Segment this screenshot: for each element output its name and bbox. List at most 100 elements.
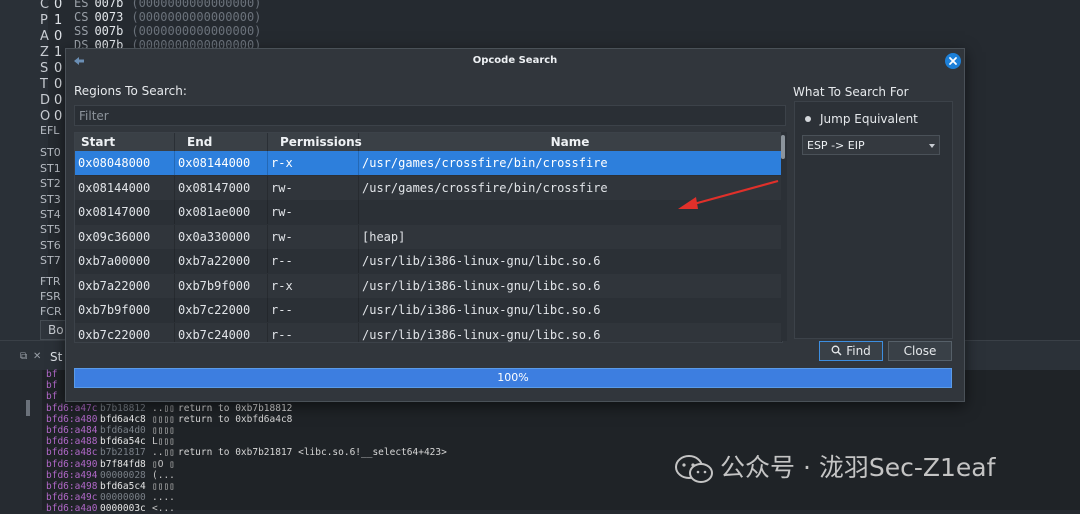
cell-end-address: 0x08147000	[175, 175, 268, 200]
fpu-register-label: ST3	[40, 193, 61, 206]
table-row[interactable]: 0xb7c22000 0xb7c24000 r--/usr/lib/i386-lin…	[75, 322, 782, 342]
col-end-address[interactable]: End Address	[175, 133, 268, 167]
fpu-register-label: ST2	[40, 177, 61, 190]
fpu-register-label: ST6	[40, 239, 61, 252]
stack-ascii: <...	[152, 503, 175, 514]
stack-gutter	[0, 370, 42, 510]
red-arrow-annotation	[678, 179, 779, 209]
cell-start-address: 0x09c36000	[75, 224, 175, 249]
segment-base: (0000000000000000)	[131, 24, 262, 38]
flag-value[interactable]: 0	[54, 29, 62, 44]
flag-value[interactable]: 0	[54, 109, 62, 124]
stack-comment: return to 0xb7b21817 <libc.so.6!__select…	[178, 447, 447, 459]
stack-address: bfd6:a484	[46, 425, 98, 436]
cell-permissions: r--	[268, 322, 359, 342]
flag-name: D	[40, 93, 51, 108]
stack-value: b7b21817	[100, 447, 146, 459]
flag-value[interactable]: 1	[54, 13, 62, 28]
cell-permissions: rw-	[268, 175, 359, 200]
cell-permissions: rw-	[268, 224, 359, 249]
cell-start-address: 0xb7a22000	[75, 273, 175, 298]
segment-base: (0000000000000000)	[131, 10, 262, 24]
close-button[interactable]: Close	[888, 341, 952, 361]
stack-address: bfd6:a498	[46, 481, 98, 492]
table-row[interactable]: 0x09c36000 0x0a330000 rw- [heap]	[75, 224, 782, 249]
wechat-icon	[675, 455, 713, 483]
fpu-register-label: ST1	[40, 162, 61, 175]
col-name[interactable]: Name	[359, 133, 782, 151]
fpu-register-label: EFL	[40, 124, 60, 137]
stack-comment: return to 0xb7b18812	[178, 402, 293, 414]
table-row[interactable]: 0xb7a22000 0xb7b9f000 r-x/usr/lib/i386-lin…	[75, 273, 782, 298]
find-button[interactable]: Find	[819, 341, 883, 361]
stack-ascii: ▯▯▯▯	[152, 481, 175, 492]
segment-value: 0073	[94, 10, 124, 24]
cell-name: [heap]	[359, 224, 782, 249]
stack-row[interactable]: bfd6:a49c 00000000....	[46, 492, 178, 503]
close-icon	[949, 57, 957, 65]
cell-end-address: 0xb7c24000	[175, 322, 268, 342]
cell-end-address: 0xb7a22000	[175, 249, 268, 273]
chevron-down-icon	[929, 144, 935, 148]
fpu-register-label: FSR	[40, 290, 61, 303]
segment-value: 007b	[94, 0, 124, 10]
cell-start-address: 0xb7a00000	[75, 249, 175, 273]
stack-value: bfd6a54c	[100, 436, 146, 448]
stack-row[interactable]: bfd6:a488 bfd6a54c L▯▯▯	[46, 436, 178, 447]
table-row[interactable]: 0x08048000 0x08144000 r-x/usr/games/crossf…	[75, 151, 782, 175]
col-permissions[interactable]: Permissions	[268, 133, 362, 151]
stack-row[interactable]: bfd6:a4a0 0000003c <...	[46, 503, 178, 514]
stack-row[interactable]: bfd6:a48c b7b21817 ..▯▯ return to 0xb7b2181…	[46, 447, 447, 458]
flag-value[interactable]: 0	[54, 0, 62, 12]
stack-value: 00000000	[100, 492, 146, 504]
cell-name: /usr/lib/i386-linux-gnu/libc.so.6	[359, 298, 782, 322]
stack-address: bfd6:a47c	[46, 402, 98, 414]
flag-name: A	[40, 29, 49, 44]
table-scrollbar[interactable]	[781, 132, 787, 341]
close-icon[interactable]: ✕	[33, 351, 41, 362]
segment-register-row: SS 007b (0000000000000000)	[74, 24, 261, 38]
flag-value[interactable]: 0	[54, 93, 62, 108]
filter-input[interactable]: Filter	[74, 105, 786, 126]
cell-permissions: r-x	[268, 273, 359, 298]
opcode-type-select[interactable]: ESP -> EIP	[802, 135, 940, 155]
jump-equivalent-radio[interactable]	[805, 116, 811, 122]
dialog-close-button[interactable]	[945, 53, 961, 69]
stack-tab[interactable]: St	[50, 350, 62, 364]
flag-value[interactable]: 1	[54, 45, 62, 60]
stack-row[interactable]: bfd6:a484 bfd6a4d0 ▯▯▯▯	[46, 425, 178, 436]
fpu-register-label: ST0	[40, 146, 61, 159]
segment-name: SS	[74, 24, 89, 38]
stack-row[interactable]: bfd6:a494 00000028 (...	[46, 470, 178, 481]
stack-row[interactable]: bfd6:a480 bfd6a4c8 ▯▯▯▯ return to 0xbfd6a4c…	[46, 414, 292, 425]
col-start-address[interactable]: Start Address ▴	[75, 133, 175, 167]
flag-value[interactable]: 0	[54, 61, 62, 76]
segment-register-row: CS 0073 (0000000000000000)	[74, 10, 261, 24]
table-scroll-thumb[interactable]	[781, 135, 785, 159]
what-to-search-label: What To Search For	[793, 85, 909, 99]
jump-equivalent-label[interactable]: Jump Equivalent	[820, 112, 918, 126]
table-row[interactable]: 0xb7b9f000 0xb7c22000 r--/usr/lib/i386-lin…	[75, 298, 782, 322]
flag-name: Z	[40, 45, 49, 60]
stack-row[interactable]: bfd6:a47c b7b18812 ..▯▯ return to 0xb7b1881…	[46, 403, 292, 414]
stack-address: bfd6:a48c	[46, 447, 98, 459]
cell-start-address: 0x08048000	[75, 151, 175, 175]
stack-row[interactable]: bfd6:a490 b7f84fd8 ▯O ▯	[46, 459, 178, 470]
stack-address: bfd6:a488	[46, 436, 98, 448]
fpu-register-label: ST7	[40, 254, 61, 267]
stack-value: bfd6a5c4	[100, 481, 146, 492]
flag-name: P	[40, 13, 48, 28]
flag-value[interactable]: 0	[54, 77, 62, 92]
cell-end-address: 0xb7c22000	[175, 298, 268, 322]
table-row[interactable]: 0xb7a00000 0xb7a22000 r--/usr/lib/i386-lin…	[75, 249, 782, 273]
cell-permissions: rw-	[268, 200, 359, 224]
search-icon	[831, 345, 842, 356]
float-icon[interactable]: ⧉	[20, 351, 27, 362]
scroll-thumb[interactable]	[26, 400, 30, 416]
cell-permissions: r-x	[268, 151, 359, 175]
fpu-register-label: ST4	[40, 208, 61, 221]
cell-name: /usr/lib/i386-linux-gnu/libc.so.6	[359, 249, 782, 273]
opcode-search-dialog: Opcode Search Regions To Search: Filter …	[65, 48, 965, 402]
cell-permissions: r--	[268, 298, 359, 322]
stack-row[interactable]: bfd6:a498 bfd6a5c4 ▯▯▯▯	[46, 481, 178, 492]
